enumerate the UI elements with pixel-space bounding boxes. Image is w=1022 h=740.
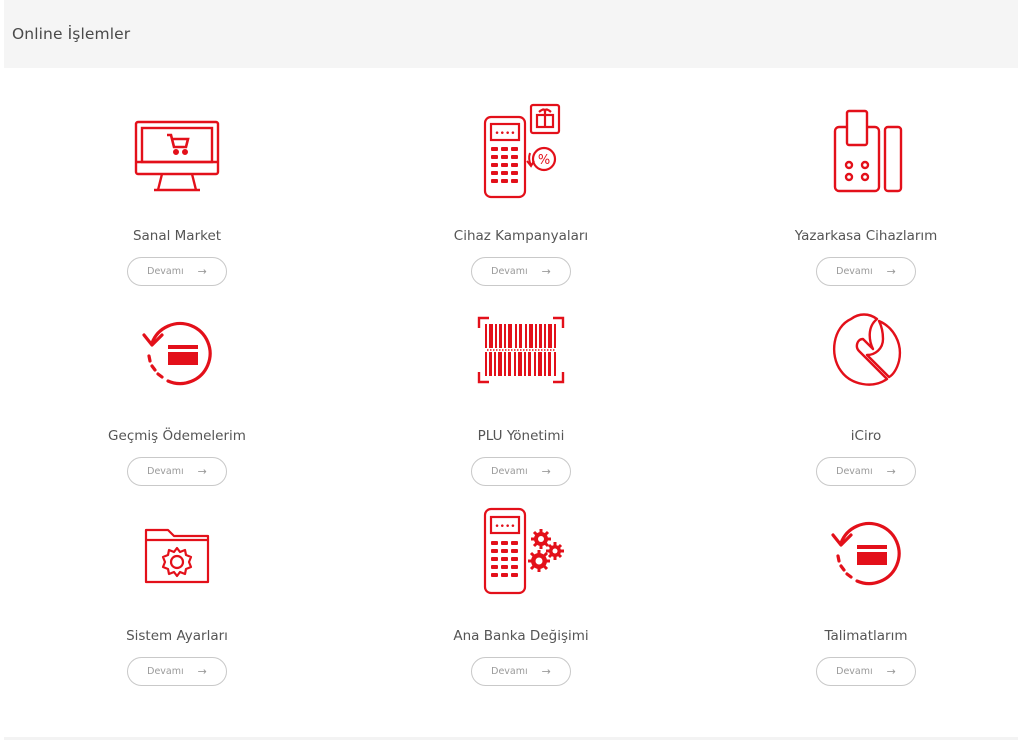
button-label: Devamı: [836, 266, 873, 277]
devami-button[interactable]: Devamı →: [127, 657, 227, 686]
card-label: Cihaz Kampanyaları: [453, 228, 589, 244]
devami-button[interactable]: Devamı →: [471, 257, 571, 286]
card-label: iCiro: [850, 428, 882, 444]
button-label: Devamı: [491, 666, 528, 677]
devami-button[interactable]: Devamı →: [816, 657, 916, 686]
page-title: Online İşlemler: [12, 25, 131, 43]
card-label: Sistem Ayarları: [126, 628, 228, 644]
iciro-icon: [816, 305, 916, 395]
svg-text:••••: ••••: [494, 129, 515, 139]
button-label: Devamı: [147, 266, 184, 277]
devami-button[interactable]: Devamı →: [471, 657, 571, 686]
card-label: Yazarkasa Cihazlarım: [794, 228, 938, 244]
svg-text:%: %: [538, 153, 550, 168]
devami-button[interactable]: Devamı →: [127, 257, 227, 286]
folder-gear-icon: [127, 505, 227, 595]
arrow-right-icon: →: [541, 465, 551, 478]
page-header: Online İşlemler: [4, 0, 1018, 68]
arrow-right-icon: →: [541, 265, 551, 278]
card-label: Talimatlarım: [824, 628, 908, 644]
card-label: Ana Banka Değişimi: [453, 628, 589, 644]
devami-button[interactable]: Devamı →: [471, 457, 571, 486]
arrow-right-icon: →: [541, 665, 551, 678]
button-label: Devamı: [491, 466, 528, 477]
devami-button[interactable]: Devamı →: [816, 257, 916, 286]
arrow-right-icon: →: [886, 665, 896, 678]
devami-button[interactable]: Devamı →: [816, 457, 916, 486]
barcode-icon: [471, 305, 571, 395]
card-label: Sanal Market: [132, 228, 222, 244]
pos-gift-percent-icon: •••• %: [471, 103, 571, 198]
button-label: Devamı: [836, 666, 873, 677]
payment-history-icon: [127, 305, 227, 395]
arrow-right-icon: →: [197, 265, 207, 278]
card-label: PLU Yönetimi: [477, 428, 565, 444]
devami-button[interactable]: Devamı →: [127, 457, 227, 486]
button-label: Devamı: [836, 466, 873, 477]
arrow-right-icon: →: [197, 665, 207, 678]
button-label: Devamı: [147, 666, 184, 677]
arrow-right-icon: →: [886, 265, 896, 278]
pos-gears-icon: ••••: [471, 505, 571, 595]
svg-text:••••: ••••: [494, 522, 515, 532]
button-label: Devamı: [491, 266, 528, 277]
instructions-icon: [816, 505, 916, 595]
card-label: Geçmiş Ödemelerim: [108, 428, 246, 444]
arrow-right-icon: →: [197, 465, 207, 478]
arrow-right-icon: →: [886, 465, 896, 478]
monitor-cart-icon: [127, 105, 227, 195]
cash-register-device-icon: [816, 105, 916, 195]
button-label: Devamı: [147, 466, 184, 477]
